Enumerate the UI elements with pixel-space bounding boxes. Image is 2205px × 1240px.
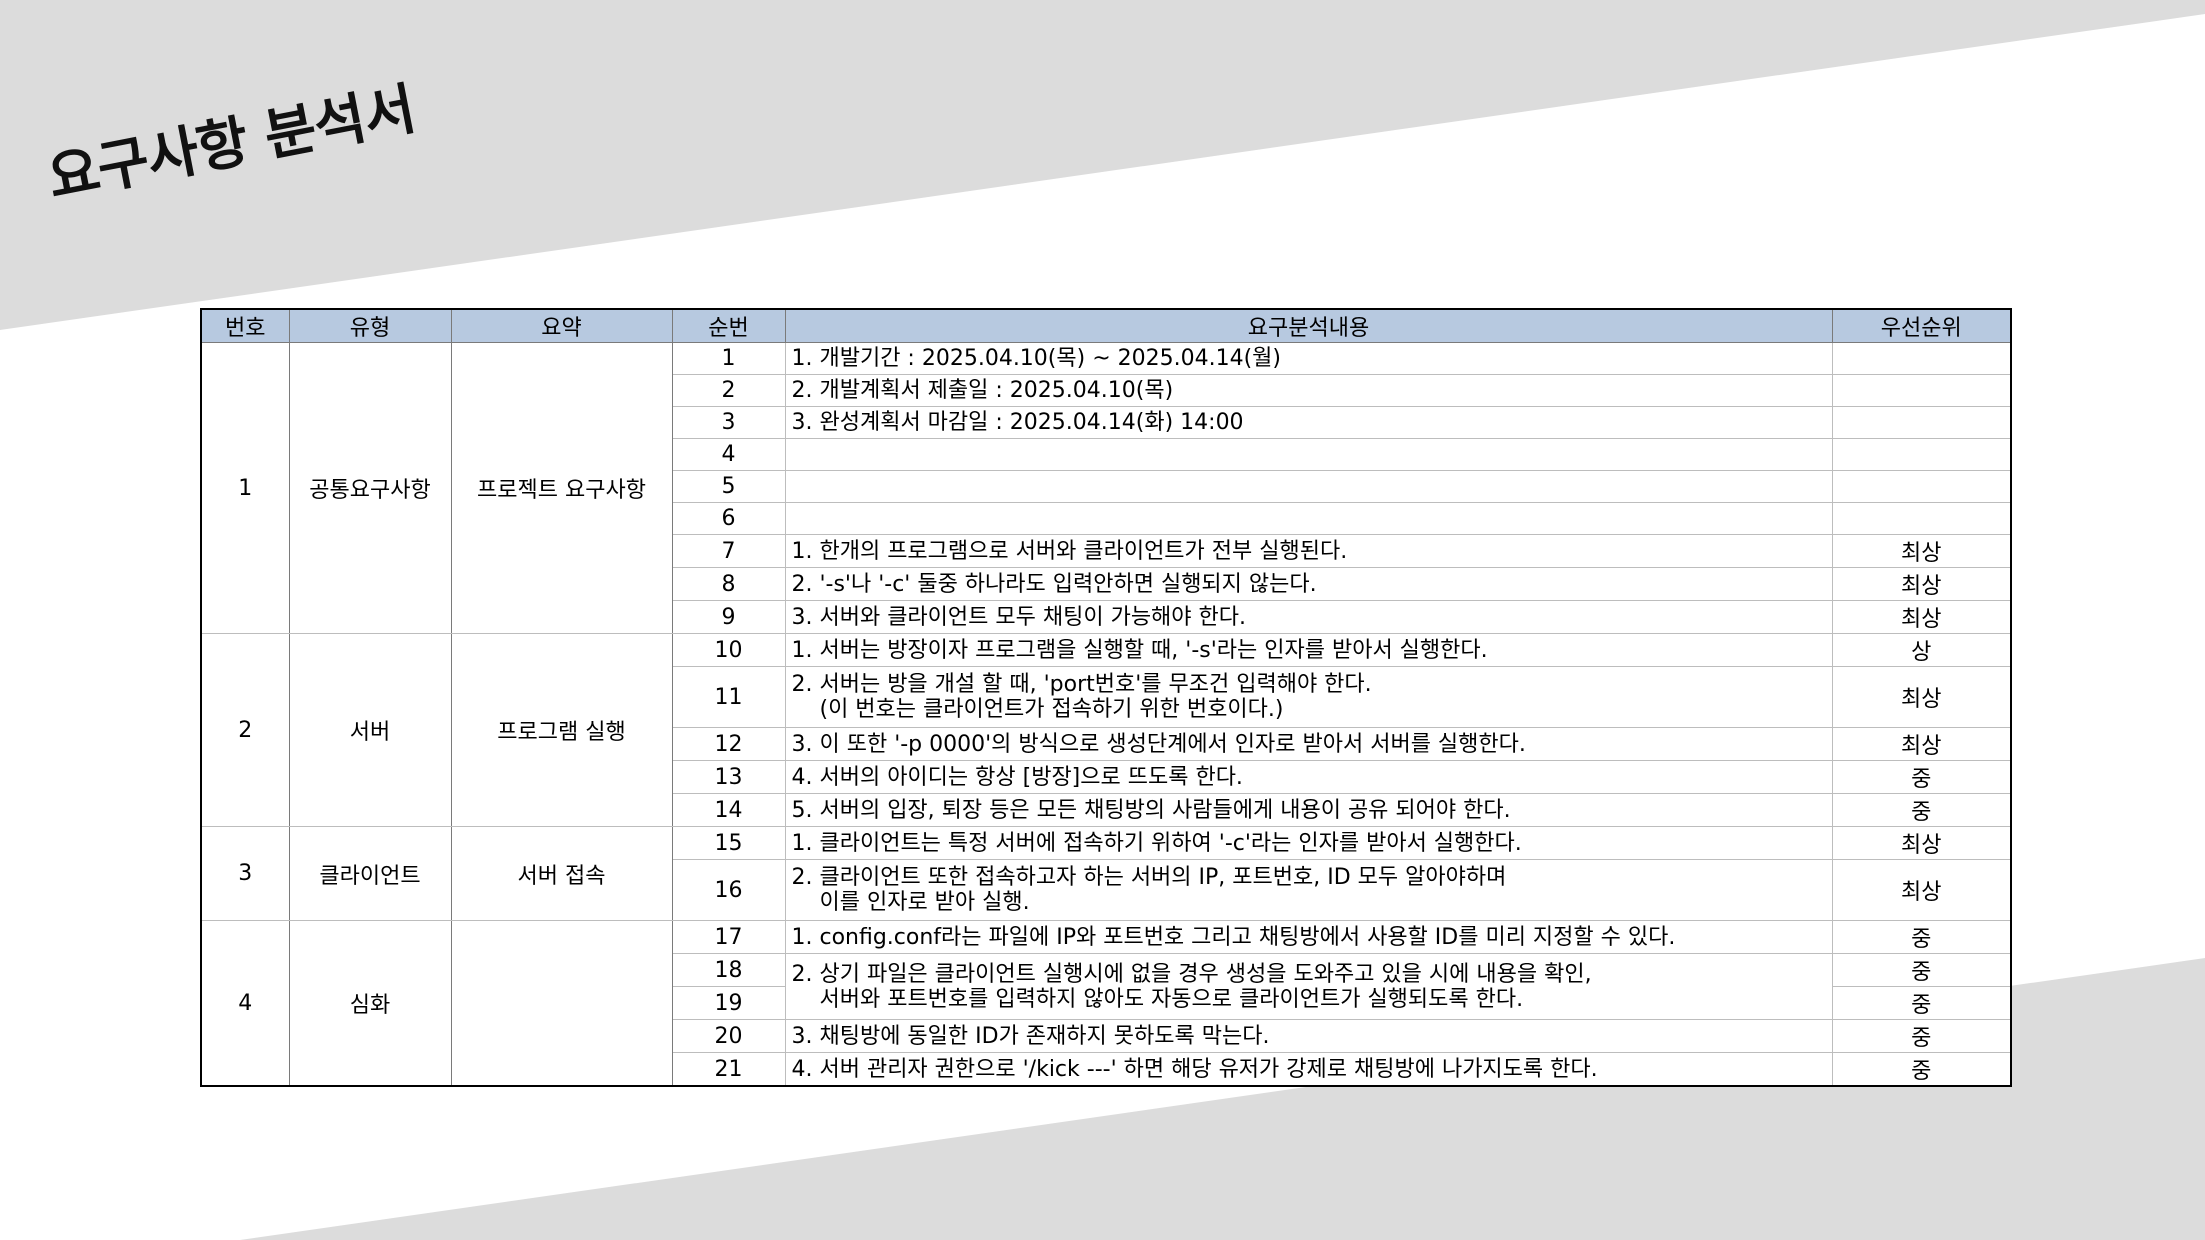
row-priority: 최상 — [1831, 600, 2012, 634]
row-seq: 12 — [671, 727, 786, 761]
group-summary — [450, 920, 673, 1087]
row-content: 3. 이 또한 '-p 0000'의 방식으로 생성단계에서 인자로 받아서 서… — [784, 727, 1833, 761]
row-content: 1. 서버는 방장이자 프로그램을 실행할 때, '-s'라는 인자를 받아서 … — [784, 633, 1833, 667]
row-seq: 6 — [671, 502, 786, 535]
row-seq: 10 — [671, 633, 786, 667]
row-priority: 최상 — [1831, 534, 2012, 568]
row-priority: 중 — [1831, 953, 2012, 987]
row-priority — [1831, 406, 2012, 439]
row-seq: 9 — [671, 600, 786, 634]
row-content: 2. 상기 파일은 클라이언트 실행시에 없을 경우 생성을 도와주고 있을 시… — [784, 953, 1833, 1020]
top-gray-band — [0, 0, 2205, 330]
row-content: 2. 서버는 방을 개설 할 때, 'port번호'를 무조건 입력해야 한다.… — [784, 666, 1833, 728]
row-content: 2. 개발계획서 제출일 : 2025.04.10(목) — [784, 374, 1833, 407]
row-content: 2. '-s'나 '-c' 둘중 하나라도 입력안하면 실행되지 않는다. — [784, 567, 1833, 601]
group-number: 1 — [200, 342, 290, 634]
group-type: 서버 — [288, 633, 452, 827]
row-content: 3. 완성계획서 마감일 : 2025.04.14(화) 14:00 — [784, 406, 1833, 439]
row-priority — [1831, 374, 2012, 407]
header-priority: 우선순위 — [1831, 308, 2012, 343]
row-seq: 8 — [671, 567, 786, 601]
row-seq: 3 — [671, 406, 786, 439]
group-summary: 서버 접속 — [450, 826, 673, 921]
row-content: 1. 개발기간 : 2025.04.10(목) ~ 2025.04.14(월) — [784, 342, 1833, 375]
row-seq: 17 — [671, 920, 786, 954]
row-priority — [1831, 502, 2012, 535]
group-number: 3 — [200, 826, 290, 921]
row-content: 3. 채팅방에 동일한 ID가 존재하지 못하도록 막는다. — [784, 1019, 1833, 1053]
row-seq: 18 — [671, 953, 786, 987]
row-content: 2. 클라이언트 또한 접속하고자 하는 서버의 IP, 포트번호, ID 모두… — [784, 859, 1833, 921]
row-priority: 중 — [1831, 920, 2012, 954]
header-summary: 요약 — [450, 308, 673, 343]
header-seq: 순번 — [671, 308, 786, 343]
table-header: 번호 유형 요약 순번 요구분석내용 우선순위 — [200, 308, 2012, 343]
row-content — [784, 438, 1833, 471]
table-row: 4 심화 17 1. config.conf라는 파일에 IP와 포트번호 그리고 채… — [200, 920, 2012, 1087]
table-row: 2 서버 프로그램 실행 10 1. 서버는 방장이자 프로그램을 실행할 때, '-s… — [200, 633, 2012, 827]
header-number: 번호 — [200, 308, 290, 343]
row-content: 1. 클라이언트는 특정 서버에 접속하기 위하여 '-c'라는 인자를 받아서… — [784, 826, 1833, 860]
row-priority: 최상 — [1831, 826, 2012, 860]
row-priority: 상 — [1831, 633, 2012, 667]
row-priority: 최상 — [1831, 666, 2012, 728]
group-type: 클라이언트 — [288, 826, 452, 921]
row-priority: 중 — [1831, 793, 2012, 827]
group-number: 4 — [200, 920, 290, 1087]
row-content: 5. 서버의 입장, 퇴장 등은 모든 채팅방의 사람들에게 내용이 공유 되어… — [784, 793, 1833, 827]
group-type: 심화 — [288, 920, 452, 1087]
row-content: 4. 서버 관리자 권한으로 '/kick ---' 하면 해당 유저가 강제로… — [784, 1052, 1833, 1087]
row-seq: 11 — [671, 666, 786, 728]
requirements-table: 번호 유형 요약 순번 요구분석내용 우선순위 1 공통요구사항 프로젝트 요구사항 1 1. 개… — [200, 308, 2012, 1087]
group-type: 공통요구사항 — [288, 342, 452, 634]
table-row: 3 클라이언트 서버 접속 15 1. 클라이언트는 특정 서버에 접속하기 위하여 '… — [200, 826, 2012, 921]
row-content: 4. 서버의 아이디는 항상 [방장]으로 뜨도록 한다. — [784, 760, 1833, 794]
row-priority: 최상 — [1831, 567, 2012, 601]
row-seq: 4 — [671, 438, 786, 471]
row-seq: 5 — [671, 470, 786, 503]
row-priority — [1831, 342, 2012, 375]
row-seq: 20 — [671, 1019, 786, 1053]
row-content — [784, 470, 1833, 503]
row-seq: 21 — [671, 1052, 786, 1087]
row-seq: 2 — [671, 374, 786, 407]
row-content: 1. config.conf라는 파일에 IP와 포트번호 그리고 채팅방에서 … — [784, 920, 1833, 954]
row-priority: 중 — [1831, 986, 2012, 1020]
row-seq: 14 — [671, 793, 786, 827]
row-priority: 최상 — [1831, 859, 2012, 921]
row-seq: 16 — [671, 859, 786, 921]
header-row: 번호 유형 요약 순번 요구분석내용 우선순위 — [200, 308, 2012, 343]
header-content: 요구분석내용 — [784, 308, 1833, 343]
row-seq: 7 — [671, 534, 786, 568]
table-row: 1 공통요구사항 프로젝트 요구사항 1 1. 개발기간 : 2025.04.10(목)… — [200, 342, 2012, 634]
row-seq: 1 — [671, 342, 786, 375]
row-priority: 중 — [1831, 1052, 2012, 1087]
row-priority — [1831, 470, 2012, 503]
row-seq: 15 — [671, 826, 786, 860]
group-number: 2 — [200, 633, 290, 827]
row-seq: 19 — [671, 986, 786, 1020]
row-seq: 13 — [671, 760, 786, 794]
row-content — [784, 502, 1833, 535]
row-priority: 최상 — [1831, 727, 2012, 761]
row-content: 1. 한개의 프로그램으로 서버와 클라이언트가 전부 실행된다. — [784, 534, 1833, 568]
header-type: 유형 — [288, 308, 452, 343]
row-priority — [1831, 438, 2012, 471]
row-content: 3. 서버와 클라이언트 모두 채팅이 가능해야 한다. — [784, 600, 1833, 634]
group-summary: 프로그램 실행 — [450, 633, 673, 827]
row-priority: 중 — [1831, 1019, 2012, 1053]
table-body: 1 공통요구사항 프로젝트 요구사항 1 1. 개발기간 : 2025.04.10(목)… — [200, 342, 2012, 1087]
row-priority: 중 — [1831, 760, 2012, 794]
group-summary: 프로젝트 요구사항 — [450, 342, 673, 634]
